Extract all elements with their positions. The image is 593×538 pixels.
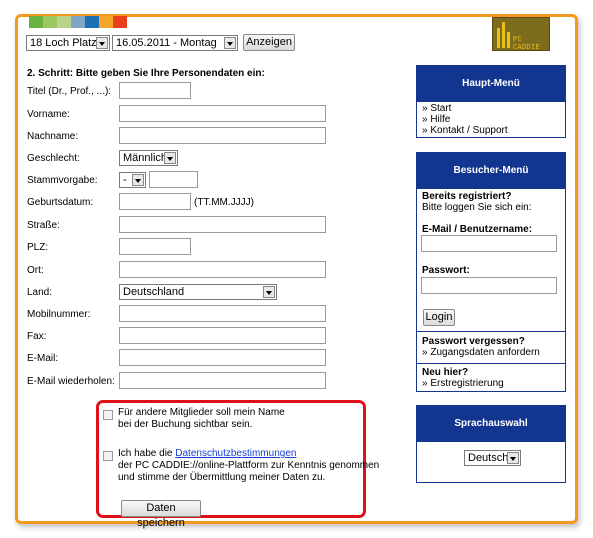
- privacy-line-3: und stimme der Übermittlung meiner Daten…: [118, 472, 326, 483]
- strip-swatch: [85, 16, 99, 28]
- first-registration-link[interactable]: » Erstregistrierung: [422, 378, 504, 389]
- label-plz: PLZ:: [27, 242, 49, 253]
- color-strip: [29, 16, 127, 28]
- chevron-down-icon[interactable]: [507, 452, 519, 464]
- divider: [417, 363, 565, 364]
- chevron-down-icon[interactable]: [263, 286, 275, 298]
- visibility-line-2: bei der Buchung sichtbar sein.: [118, 419, 253, 430]
- label-email-repeat: E-Mail wiederholen:: [27, 376, 115, 387]
- menu-item-kontakt[interactable]: » Kontakt / Support: [422, 125, 508, 136]
- chevron-down-icon[interactable]: [224, 37, 236, 49]
- strip-swatch: [43, 16, 57, 28]
- name-visibility-checkbox[interactable]: [103, 410, 113, 420]
- privacy-checkbox[interactable]: [103, 451, 113, 461]
- main-menu-panel: Haupt-Menü » Start » Hilfe » Kontakt / S…: [416, 65, 566, 138]
- label-titel: Titel (Dr., Prof., ...):: [27, 86, 112, 97]
- date-select[interactable]: 16.05.2011 - Montag: [112, 35, 238, 51]
- label-mobil: Mobilnummer:: [27, 309, 91, 320]
- email-username-label: E-Mail / Benutzername:: [422, 224, 533, 235]
- show-button[interactable]: Anzeigen: [243, 34, 295, 51]
- label-fax: Fax:: [27, 331, 47, 342]
- login-email-input[interactable]: [421, 235, 557, 252]
- course-select[interactable]: 18 Loch Platz: [26, 35, 110, 51]
- label-ort: Ort:: [27, 265, 44, 276]
- label-strasse: Straße:: [27, 220, 60, 231]
- vorname-input[interactable]: [119, 105, 326, 122]
- registered-text: Bitte loggen Sie sich ein:: [422, 202, 532, 213]
- privacy-text: Ich habe die Datenschutzbestimmungen der…: [118, 448, 379, 484]
- chevron-down-icon[interactable]: [164, 152, 176, 164]
- main-menu-title: Haupt-Menü: [417, 66, 565, 102]
- request-credentials-link[interactable]: » Zugangsdaten anfordern: [422, 347, 540, 358]
- visibility-line-1: Für andere Mitglieder soll mein Name: [118, 407, 285, 418]
- label-stammvorgabe: Stammvorgabe:: [27, 175, 98, 186]
- strip-swatch: [57, 16, 71, 28]
- geburtsdatum-hint: (TT.MM.JJJJ): [194, 197, 254, 208]
- privacy-line-2: der PC CADDIE://online-Plattform zur Ken…: [118, 460, 380, 471]
- strasse-input[interactable]: [119, 216, 326, 233]
- logo-text: PC CADDIE: [513, 36, 541, 52]
- land-value: Deutschland: [123, 286, 185, 298]
- visitor-menu-title: Besucher-Menü: [417, 153, 565, 189]
- language-panel: Sprachauswahl Deutsch: [416, 405, 566, 483]
- geschlecht-value: Männlich: [123, 152, 168, 164]
- geburtsdatum-input[interactable]: [119, 193, 191, 210]
- divider: [417, 331, 565, 332]
- course-select-value: 18 Loch Platz: [30, 37, 97, 49]
- menu-item-start[interactable]: » Start: [422, 103, 451, 114]
- label-geschlecht: Geschlecht:: [27, 153, 80, 164]
- nachname-input[interactable]: [119, 127, 326, 144]
- step-title: 2. Schritt: Bitte geben Sie Ihre Persone…: [27, 68, 265, 79]
- privacy-policy-link[interactable]: Datenschutzbestimmungen: [175, 448, 296, 459]
- chevron-down-icon[interactable]: [96, 37, 108, 49]
- label-nachname: Nachname:: [27, 131, 79, 142]
- label-land: Land:: [27, 287, 53, 298]
- label-geburtsdatum: Geburtsdatum:: [27, 197, 94, 208]
- password-label: Passwort:: [422, 265, 470, 276]
- save-data-button[interactable]: Daten speichern: [121, 500, 201, 529]
- strip-swatch: [99, 16, 113, 28]
- strip-swatch: [113, 16, 127, 28]
- email-input[interactable]: [119, 349, 326, 366]
- language-select[interactable]: Deutsch: [464, 450, 521, 466]
- privacy-line-1: Ich habe die Datenschutzbestimmungen: [118, 448, 379, 460]
- login-password-input[interactable]: [421, 277, 557, 294]
- land-select[interactable]: Deutschland: [119, 284, 277, 300]
- new-here-heading: Neu hier?: [422, 367, 469, 378]
- chevron-down-icon[interactable]: [132, 174, 144, 186]
- login-button[interactable]: Login: [423, 309, 455, 326]
- pc-caddie-logo: PC CADDIE: [492, 17, 550, 52]
- language-title: Sprachauswahl: [417, 406, 565, 442]
- registered-heading: Bereits registriert?: [422, 191, 512, 202]
- name-visibility-text: Für andere Mitglieder soll mein Name bei…: [118, 407, 285, 431]
- email-repeat-input[interactable]: [119, 372, 326, 389]
- stammvorgabe-input[interactable]: [149, 171, 198, 188]
- forgot-password-heading: Passwort vergessen?: [422, 336, 525, 347]
- stammvorgabe-sign-value: -: [123, 174, 127, 186]
- ort-input[interactable]: [119, 261, 326, 278]
- strip-swatch: [71, 16, 85, 28]
- fax-input[interactable]: [119, 327, 326, 344]
- stammvorgabe-sign-select[interactable]: -: [119, 172, 146, 188]
- plz-input[interactable]: [119, 238, 191, 255]
- menu-item-hilfe[interactable]: » Hilfe: [422, 114, 450, 125]
- geschlecht-select[interactable]: Männlich: [119, 150, 178, 166]
- date-select-value: 16.05.2011 - Montag: [116, 37, 217, 49]
- mobil-input[interactable]: [119, 305, 326, 322]
- label-email: E-Mail:: [27, 353, 59, 364]
- language-select-value: Deutsch: [468, 452, 509, 464]
- label-vorname: Vorname:: [27, 109, 70, 120]
- visitor-menu-panel: Besucher-Menü Bereits registriert? Bitte…: [416, 152, 566, 392]
- strip-swatch: [29, 16, 43, 28]
- privacy-prefix: Ich habe die: [118, 448, 176, 459]
- titel-input[interactable]: [119, 82, 191, 99]
